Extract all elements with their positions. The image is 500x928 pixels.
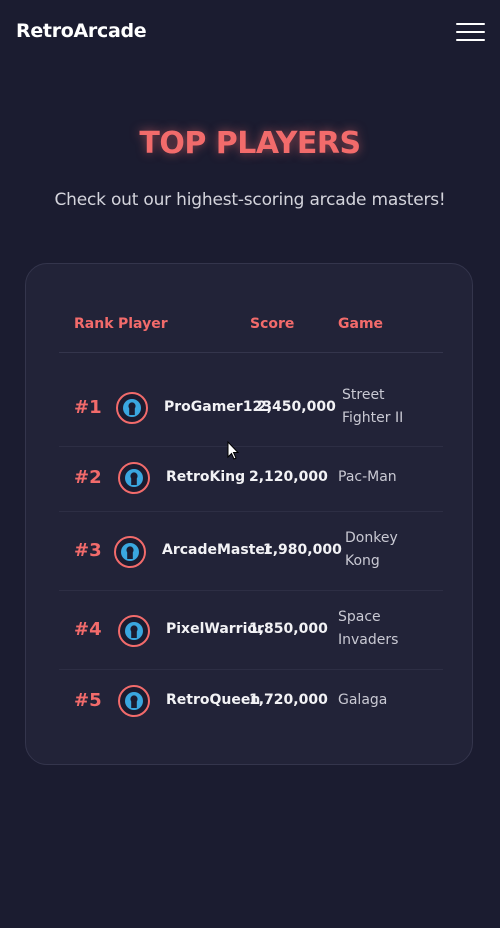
- table-row: #2 RetroKing 2,120,000 Pac-Man: [59, 447, 443, 512]
- rank-label: #5: [74, 690, 102, 711]
- menu-line: [456, 39, 485, 41]
- user-avatar-icon: [114, 536, 146, 568]
- user-avatar-icon: [118, 462, 150, 494]
- page-subtitle: Check out our highest-scoring arcade mas…: [54, 190, 446, 210]
- game-name: Street Fighter II: [342, 387, 404, 426]
- player-name[interactable]: ArcadeMaster: [162, 542, 272, 558]
- player-score: 2,120,000: [249, 469, 328, 485]
- rank-label: #1: [74, 397, 102, 418]
- rank-label: #4: [74, 619, 102, 640]
- mouse-cursor-icon: [227, 441, 239, 460]
- user-avatar-icon: [118, 615, 150, 647]
- header-rank: Rank: [74, 316, 114, 332]
- table-row: #5 RetroQueen 1,720,000 Galaga: [59, 670, 443, 736]
- user-avatar-icon: [118, 685, 150, 717]
- menu-line: [456, 23, 485, 25]
- player-name[interactable]: RetroQueen: [166, 692, 260, 708]
- page-title: TOP PLAYERS: [139, 126, 361, 161]
- header-score: Score: [250, 316, 295, 332]
- game-name: Space Invaders: [338, 609, 399, 648]
- header-game: Game: [338, 316, 384, 332]
- game-name: Pac-Man: [338, 469, 397, 485]
- table-row: #1 ProGamer123 2,450,000 Street Fighter …: [59, 370, 443, 447]
- player-score: 1,980,000: [263, 542, 342, 558]
- leaderboard-card: Rank Player Score Game #1 ProGamer123 2,…: [25, 263, 473, 765]
- page: RetroArcade TOP PLAYERS Check out our hi…: [0, 0, 500, 928]
- table-row: #4 PixelWarrior 1,850,000 Space Invaders: [59, 591, 443, 670]
- table-row: #3 ArcadeMaster 1,980,000 Donkey Kong: [59, 512, 443, 591]
- rank-label: #3: [74, 540, 102, 561]
- player-score: 1,720,000: [249, 692, 328, 708]
- user-avatar-icon: [116, 392, 148, 424]
- leaderboard-header: Rank Player Score Game: [59, 316, 443, 353]
- hamburger-menu-icon[interactable]: [456, 23, 485, 43]
- rank-label: #2: [74, 467, 102, 488]
- logo[interactable]: RetroArcade: [16, 20, 147, 42]
- player-score: 1,850,000: [249, 621, 328, 637]
- menu-line: [456, 31, 485, 33]
- game-name: Galaga: [338, 692, 388, 708]
- navbar: RetroArcade: [0, 0, 500, 66]
- header-player: Player: [118, 316, 168, 332]
- player-name[interactable]: ProGamer123: [164, 399, 272, 415]
- player-name[interactable]: RetroKing: [166, 469, 245, 485]
- player-score: 2,450,000: [257, 399, 336, 415]
- game-name: Donkey Kong: [345, 530, 398, 569]
